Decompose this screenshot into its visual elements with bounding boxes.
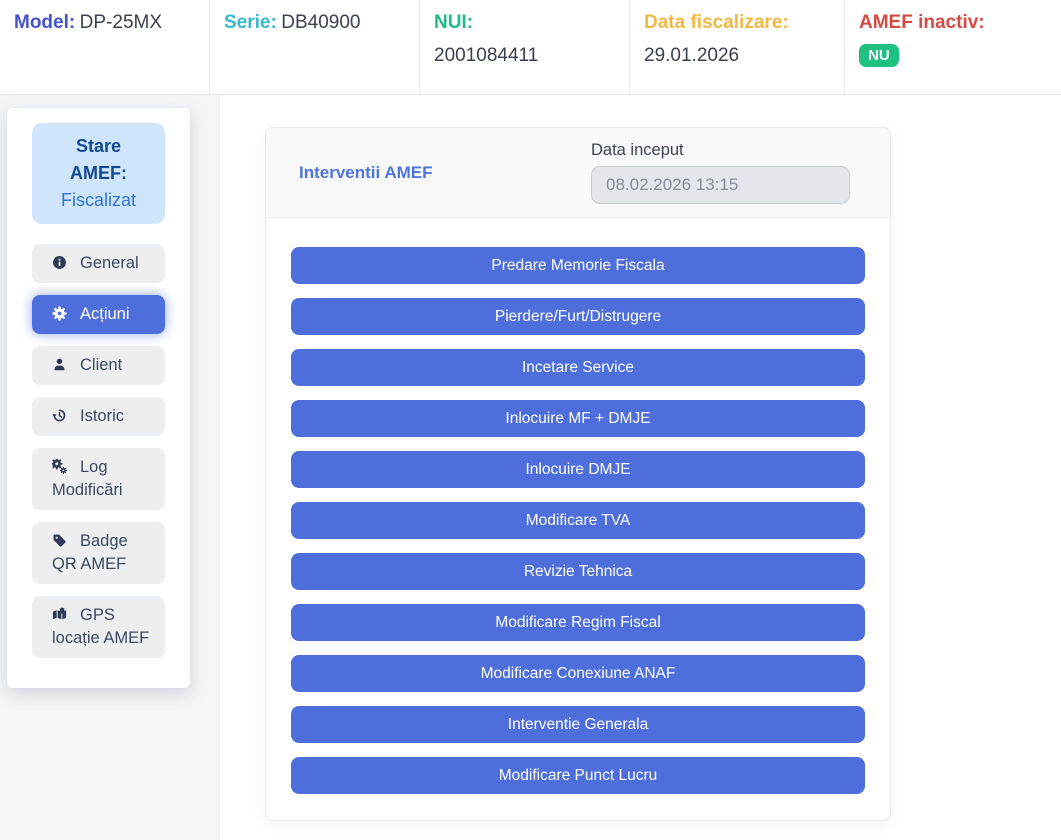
fiscal-date-label: Data fiscalizare:: [644, 12, 789, 33]
device-inactive-cell: AMEF inactiv: NU: [845, 0, 1061, 94]
sidebar-item-general[interactable]: General: [32, 244, 165, 283]
app-screen: Model: DP-25MX Serie: DB40900 NUI: 20010…: [0, 0, 1061, 840]
sidebar: Stare AMEF: Fiscalizat General Acțiuni C…: [7, 108, 190, 688]
sidebar-rail: Stare AMEF: Fiscalizat General Acțiuni C…: [0, 95, 220, 840]
sidebar-item-label: Acțiuni: [80, 305, 130, 323]
action-button[interactable]: Modificare Conexiune ANAF: [291, 655, 865, 692]
gears-icon: [52, 459, 67, 474]
interventii-card: Interventii AMEF Data inceput Predare Me…: [265, 127, 891, 821]
action-button[interactable]: Predare Memorie Fiscala: [291, 247, 865, 284]
device-model-cell: Model: DP-25MX: [0, 0, 210, 94]
sidebar-item-label: Client: [80, 356, 122, 374]
user-icon: [52, 357, 67, 372]
sidebar-item-label: General: [80, 254, 139, 272]
amef-status-title: Stare AMEF:: [46, 133, 151, 187]
tag-icon: [52, 533, 67, 548]
card-title: Interventii AMEF: [299, 163, 433, 183]
action-button[interactable]: Inlocuire DMJE: [291, 451, 865, 488]
sidebar-item-log-modificari[interactable]: Log Modificări: [32, 448, 165, 510]
fiscal-date-value: 29.01.2026: [644, 45, 830, 67]
action-button[interactable]: Pierdere/Furt/Distrugere: [291, 298, 865, 335]
serie-value: DB40900: [281, 12, 360, 33]
device-fiscal-date-cell: Data fiscalizare: 29.01.2026: [630, 0, 845, 94]
sidebar-item-badge-qr[interactable]: Badge QR AMEF: [32, 522, 165, 584]
date-start-group: Data inceput: [591, 141, 850, 204]
model-label: Model:: [14, 12, 75, 33]
action-button[interactable]: Modificare Punct Lucru: [291, 757, 865, 794]
status-badge: NU: [859, 44, 899, 67]
amef-status-value: Fiscalizat: [46, 187, 151, 214]
serie-label: Serie:: [224, 12, 277, 33]
main-content: Interventii AMEF Data inceput Predare Me…: [220, 95, 1061, 840]
info-circle-icon: [52, 255, 67, 270]
sidebar-item-istoric[interactable]: Istoric: [32, 397, 165, 436]
action-button[interactable]: Interventie Generala: [291, 706, 865, 743]
amef-status-box: Stare AMEF: Fiscalizat: [32, 123, 165, 224]
nui-value: 2001084411: [434, 45, 615, 67]
sidebar-item-label: Istoric: [80, 407, 124, 425]
date-start-label: Data inceput: [591, 141, 850, 160]
sidebar-item-gps-locatie[interactable]: GPS locație AMEF: [32, 596, 165, 658]
sidebar-item-actiuni[interactable]: Acțiuni: [32, 295, 165, 334]
action-button[interactable]: Incetare Service: [291, 349, 865, 386]
action-button[interactable]: Modificare TVA: [291, 502, 865, 539]
action-button-list: Predare Memorie Fiscala Pierdere/Furt/Di…: [266, 218, 890, 820]
model-value: DP-25MX: [80, 12, 162, 33]
action-button[interactable]: Inlocuire MF + DMJE: [291, 400, 865, 437]
device-nui-cell: NUI: 2001084411: [420, 0, 630, 94]
sidebar-item-client[interactable]: Client: [32, 346, 165, 385]
gear-icon: [52, 306, 67, 321]
date-start-input[interactable]: [591, 166, 850, 204]
device-serie-cell: Serie: DB40900: [210, 0, 420, 94]
action-button[interactable]: Modificare Regim Fiscal: [291, 604, 865, 641]
nui-label: NUI:: [434, 12, 473, 33]
action-button[interactable]: Revizie Tehnica: [291, 553, 865, 590]
map-marked-icon: [52, 607, 67, 622]
history-icon: [52, 408, 67, 423]
device-info-bar: Model: DP-25MX Serie: DB40900 NUI: 20010…: [0, 0, 1061, 95]
interventii-card-header: Interventii AMEF Data inceput: [266, 128, 890, 218]
amef-inactive-label: AMEF inactiv:: [859, 12, 985, 33]
